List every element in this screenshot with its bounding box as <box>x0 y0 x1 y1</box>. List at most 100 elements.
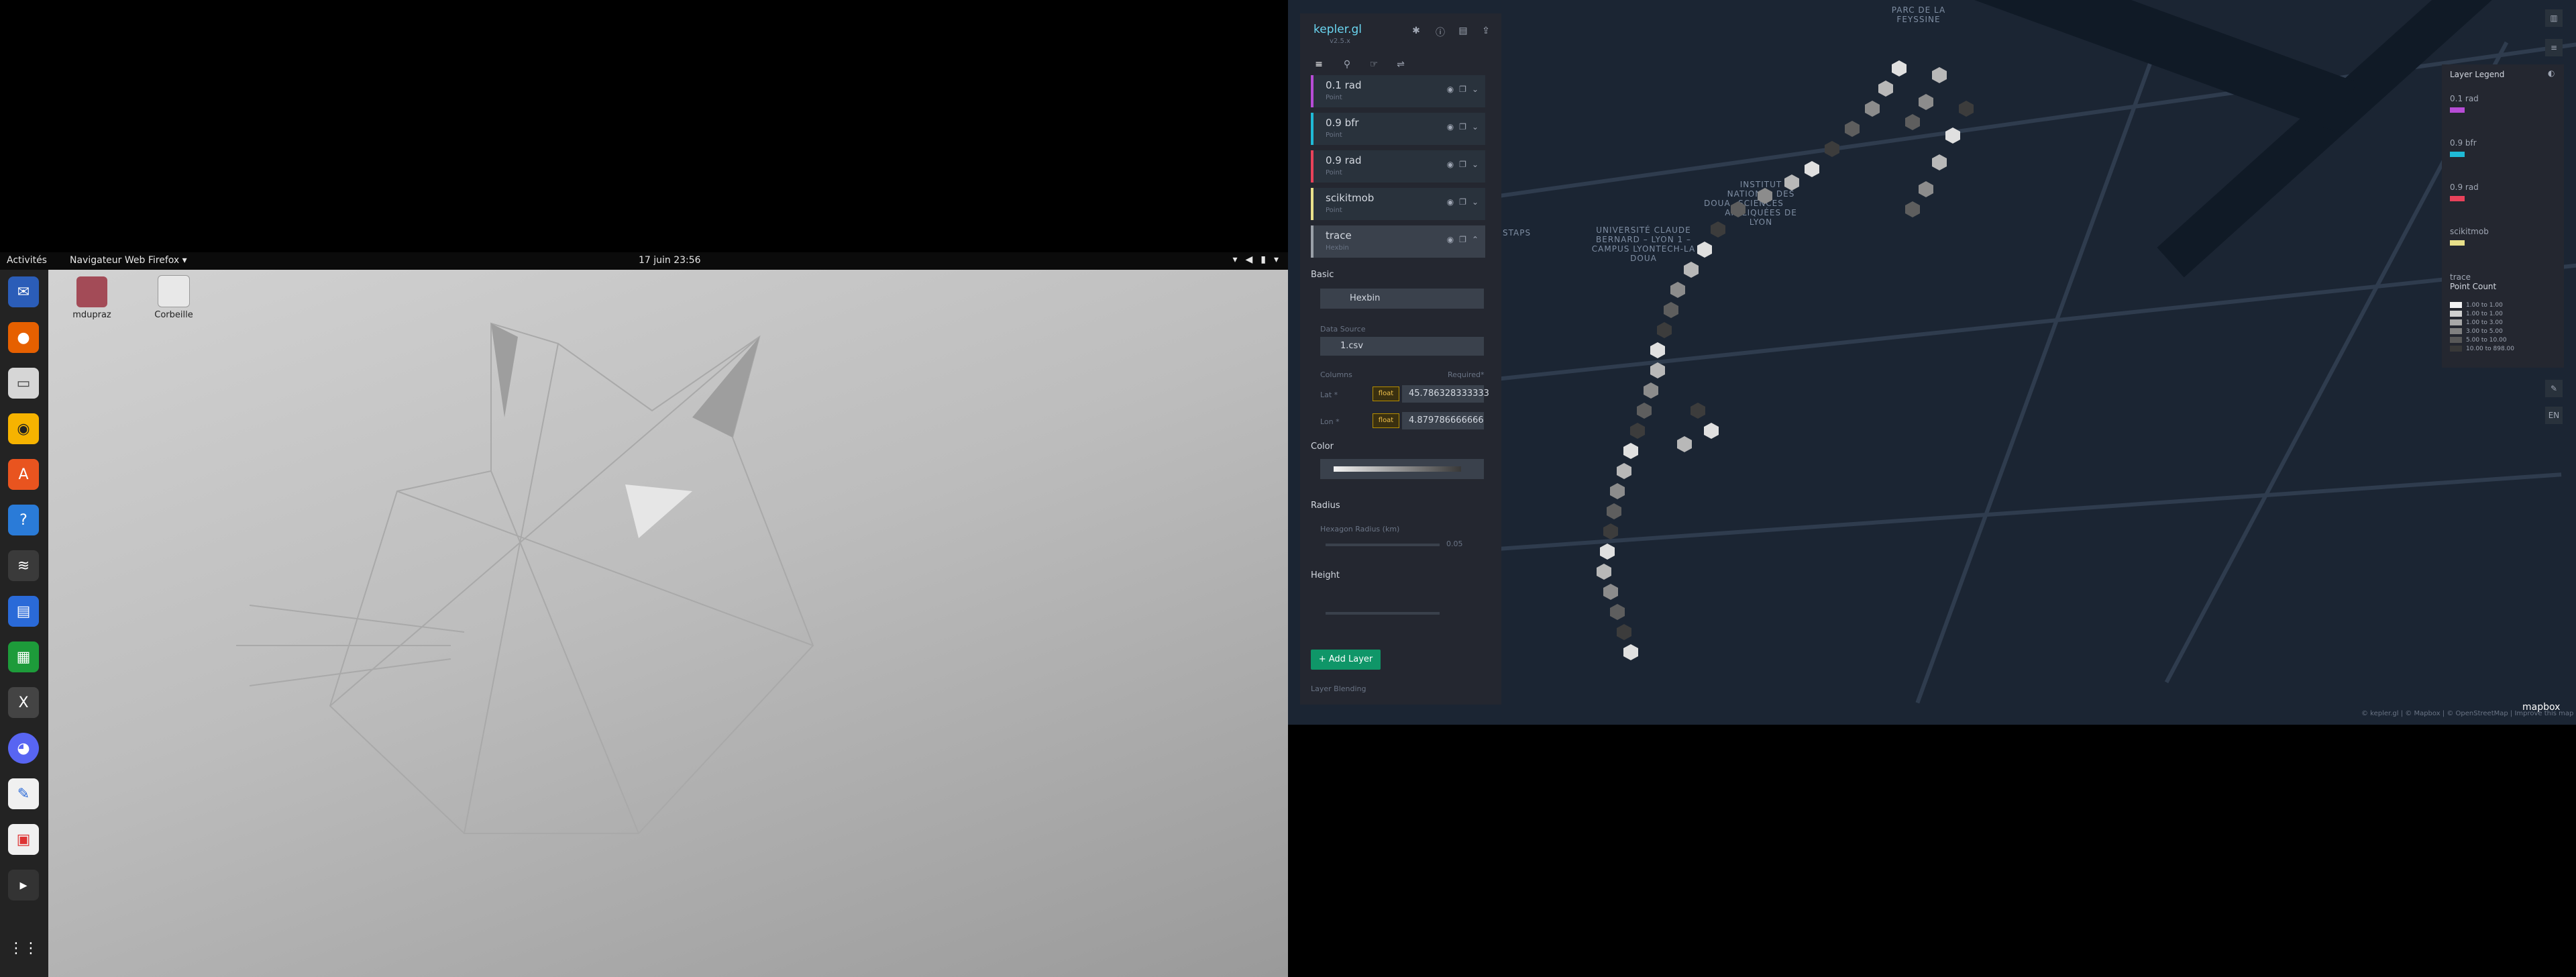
kepler-logo: kepler.gl <box>1313 23 1362 36</box>
hexbin-cell <box>1617 463 1631 479</box>
section-height[interactable]: Height <box>1311 570 1340 580</box>
eye-icon[interactable]: ◉ <box>1447 160 1454 169</box>
tab-basemap[interactable]: ⇌ <box>1394 59 1407 72</box>
lon-type-badge: float <box>1373 413 1399 428</box>
split-map-button[interactable]: ▥ <box>2545 9 2563 27</box>
help-icon[interactable]: ? <box>8 505 39 535</box>
legend-range-label: 1.00 to 1.00 <box>2466 310 2503 317</box>
layer-name[interactable]: 0.1 rad <box>1326 79 1362 91</box>
data-source-label: Data Source <box>1320 325 1366 333</box>
layer-item-active[interactable]: trace Hexbin ◉ ❐ ⌃ <box>1311 225 1485 258</box>
calc-icon[interactable]: ▦ <box>8 641 39 672</box>
hexbin-cell <box>1905 114 1920 130</box>
chevron-down-icon[interactable]: ⌄ <box>1472 85 1479 94</box>
legend-close-icon[interactable]: ◐ <box>2548 68 2555 78</box>
legend-range-row: 10.00 to 898.00 <box>2450 344 2514 353</box>
layer-name[interactable]: trace <box>1326 229 1352 242</box>
database-icon[interactable]: ▤ <box>1457 25 1469 38</box>
files-icon[interactable]: ▭ <box>8 368 39 399</box>
top-bar: Activités Navigateur Web Firefox ▾ 17 ju… <box>0 252 1288 270</box>
locale-button[interactable]: EN <box>2545 407 2563 424</box>
hexbin-cell <box>1664 302 1678 318</box>
data-source-select[interactable]: 1.csv <box>1320 337 1484 356</box>
trash-icon[interactable]: Corbeille <box>144 275 204 320</box>
legend-swatch <box>2450 196 2465 201</box>
info-icon[interactable]: ⓘ <box>1434 25 1446 38</box>
copy-icon[interactable]: ❐ <box>1459 122 1466 132</box>
section-radius[interactable]: Radius <box>1311 501 1340 511</box>
hexbin-cell <box>1597 564 1611 580</box>
layer-legend-button[interactable]: ≡ <box>2545 39 2563 56</box>
lon-column-select[interactable]: 4.879786666666 <box>1402 412 1484 429</box>
calculator-icon[interactable]: ▣ <box>8 824 39 855</box>
road <box>1915 21 2167 704</box>
legend-range-swatch <box>2450 328 2462 334</box>
copy-icon[interactable]: ❐ <box>1459 197 1466 207</box>
thunderbird-icon[interactable]: ✉ <box>8 276 39 307</box>
desk-icon-label: mdupraz <box>72 310 111 320</box>
terminal-app-icon[interactable]: ≋ <box>8 550 39 581</box>
tab-filters[interactable]: ⚲ <box>1340 59 1354 72</box>
hexbin-cell <box>1623 644 1638 660</box>
legend-swatch <box>2450 107 2465 113</box>
draw-polygon-button[interactable]: ✎ <box>2545 380 2563 397</box>
radius-slider[interactable] <box>1326 544 1440 546</box>
layer-name[interactable]: scikitmob <box>1326 192 1374 204</box>
bug-icon[interactable]: ✱ <box>1410 25 1422 38</box>
radius-value[interactable]: 0.05 <box>1446 539 1463 548</box>
copy-icon[interactable]: ❐ <box>1459 235 1466 244</box>
section-basic[interactable]: Basic <box>1311 270 1334 280</box>
chevron-down-icon[interactable]: ⌄ <box>1472 197 1479 207</box>
rhythmbox-icon[interactable]: ◉ <box>8 413 39 444</box>
hexbin-cell <box>1865 101 1880 117</box>
home-folder-icon[interactable]: mdupraz <box>62 276 122 320</box>
hexbin-cell <box>1670 282 1685 298</box>
required-label: Required* <box>1448 370 1485 379</box>
share-icon[interactable]: ⇪ <box>1480 25 1492 38</box>
tab-interactions[interactable]: ☞ <box>1367 59 1381 72</box>
layer-item[interactable]: 0.9 rad Point ◉ ❐ ⌄ <box>1311 150 1485 183</box>
discord-icon[interactable]: ◕ <box>8 733 39 764</box>
layer-name[interactable]: 0.9 bfr <box>1326 117 1359 129</box>
chevron-up-icon[interactable]: ⌃ <box>1472 235 1479 244</box>
height-slider[interactable] <box>1326 612 1440 615</box>
hexbin-cell <box>1630 423 1645 439</box>
x-icon[interactable]: X <box>8 687 39 718</box>
mapbox-logo[interactable]: mapbox <box>2522 702 2560 713</box>
system-tray[interactable]: ▾ ◀ ▮ ▾ <box>1232 254 1279 265</box>
activities-button[interactable]: Activités <box>7 255 47 266</box>
layer-item[interactable]: 0.9 bfr Point ◉ ❐ ⌄ <box>1311 113 1485 145</box>
layer-item[interactable]: scikitmob Point ◉ ❐ ⌄ <box>1311 188 1485 220</box>
writer-icon[interactable]: ▤ <box>8 596 39 627</box>
software-center-icon[interactable]: A <box>8 459 39 490</box>
show-apps-icon[interactable]: ⋮⋮ <box>8 933 39 964</box>
chevron-down-icon[interactable]: ⌄ <box>1472 122 1479 132</box>
eye-icon[interactable]: ◉ <box>1447 197 1454 207</box>
eye-icon[interactable]: ◉ <box>1447 235 1454 244</box>
add-layer-button[interactable]: + Add Layer <box>1311 650 1381 670</box>
layer-item[interactable]: 0.1 rad Point ◉ ❐ ⌄ <box>1311 75 1485 107</box>
terminal-icon[interactable]: ▸ <box>8 870 39 901</box>
color-range-select[interactable] <box>1320 459 1484 479</box>
text-editor-icon[interactable]: ✎ <box>8 778 39 809</box>
legend-range-label: 10.00 to 898.00 <box>2466 345 2515 352</box>
chevron-down-icon[interactable]: ⌄ <box>1472 160 1479 169</box>
lat-column-select[interactable]: 45.786328333333 <box>1402 385 1489 403</box>
tab-layers[interactable]: ≡ <box>1312 59 1326 72</box>
copy-icon[interactable]: ❐ <box>1459 160 1466 169</box>
hexbin-cell <box>1657 322 1672 338</box>
legend-item-trace: trace Point Count <box>2450 272 2496 291</box>
firefox-icon[interactable]: ● <box>8 322 39 353</box>
hexbin-cell <box>1919 181 1933 197</box>
firefox-app-menu[interactable]: Navigateur Web Firefox ▾ <box>70 255 187 266</box>
copy-icon[interactable]: ❐ <box>1459 85 1466 94</box>
clock[interactable]: 17 juin 23:56 <box>639 255 701 266</box>
eye-icon[interactable]: ◉ <box>1447 122 1454 132</box>
eye-icon[interactable]: ◉ <box>1447 85 1454 94</box>
section-color[interactable]: Color <box>1311 442 1334 452</box>
layer-type-selector[interactable]: Hexbin <box>1320 289 1484 309</box>
lat-type-badge: float <box>1373 387 1399 401</box>
road <box>1452 262 2576 386</box>
hexbin-cell <box>1610 604 1625 620</box>
layer-name[interactable]: 0.9 rad <box>1326 154 1362 166</box>
